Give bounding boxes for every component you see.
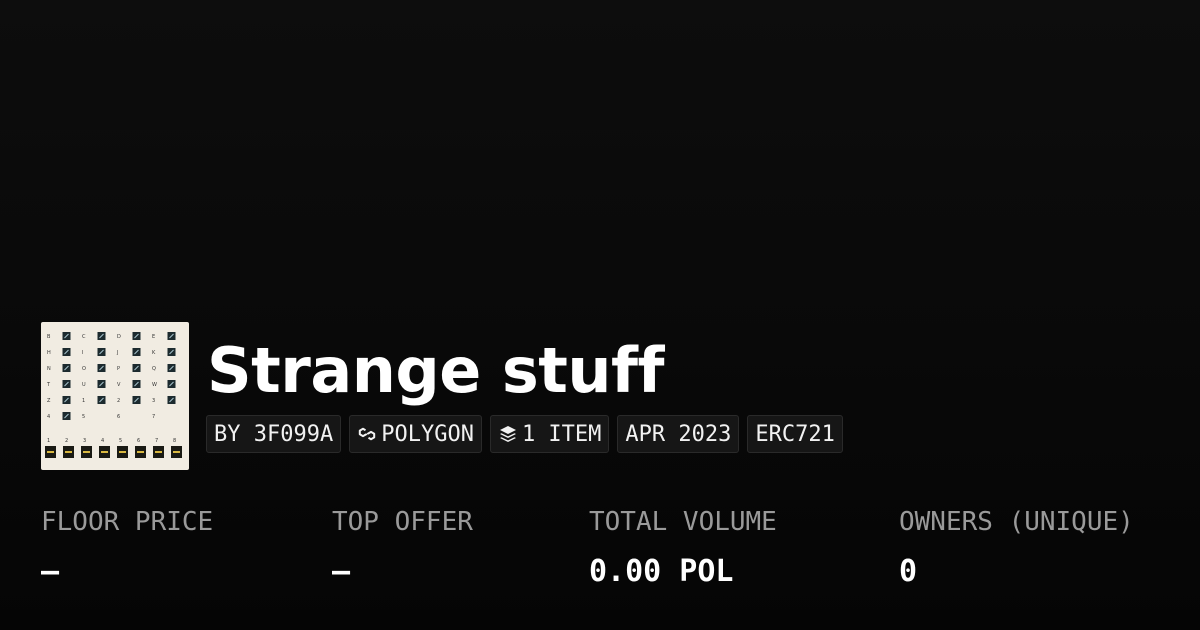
glyph-letter: 5: [82, 414, 85, 420]
date-label: APR 2023: [625, 421, 732, 447]
total-volume-value: 0.00 POL: [589, 554, 734, 589]
glyph-bar: [101, 451, 108, 453]
top-offer-value: –: [332, 554, 351, 589]
owners-label: OWNERS (UNIQUE): [899, 507, 1134, 537]
collection-thumbnail[interactable]: B C D E H I J K N O P Q T U V W Z 1 2 3 4 5 6 7 1 2 3 4 5 6 7 8: [41, 322, 189, 470]
glyph-letter: Z: [47, 398, 51, 404]
glyph-number: 8: [173, 438, 176, 444]
top-offer-label: TOP OFFER: [332, 507, 473, 537]
layers-stack-icon: [498, 424, 518, 444]
creator-chip[interactable]: BY 3F099A: [206, 415, 342, 453]
chain-label: POLYGON: [381, 421, 474, 447]
glyph-bar: [137, 451, 144, 453]
glyph-number: 5: [119, 438, 122, 444]
creator-label: BY 3F099A: [214, 421, 334, 447]
glyph-letter: 7: [152, 414, 155, 420]
glyph-number: 6: [137, 438, 140, 444]
glyph-letter: 6: [117, 414, 120, 420]
glyph-letter: U: [82, 382, 86, 388]
glyph-sheet-image: B C D E H I J K N O P Q T U V W Z 1 2 3 4 5 6 7 1 2 3 4 5 6 7 8: [45, 332, 182, 458]
glyph-letter: I: [82, 350, 83, 356]
glyph-letter: O: [82, 366, 86, 372]
glyph-number: 1: [47, 438, 50, 444]
glyph-letter: 2: [117, 398, 120, 404]
glyph-letter: N: [47, 366, 51, 372]
glyph-bar: [155, 451, 162, 453]
glyph-bar: [65, 451, 72, 453]
floor-price-label: FLOOR PRICE: [41, 507, 214, 537]
glyph-number: 4: [101, 438, 104, 444]
glyph-letter: T: [46, 382, 51, 388]
glyph-letter: V: [117, 382, 121, 388]
glyph-bar: [173, 451, 180, 453]
glyph-number: 3: [83, 438, 86, 444]
glyph-letter: B: [47, 334, 51, 340]
glyph-letter: 1: [82, 398, 85, 404]
glyph-letter: C: [82, 334, 86, 340]
collection-title: Strange stuff: [207, 334, 665, 407]
polygon-link-icon: [357, 424, 377, 444]
date-chip: APR 2023: [617, 415, 740, 453]
glyph-letter: 4: [47, 414, 50, 420]
glyph-letter: H: [47, 350, 51, 356]
glyph-letter: P: [117, 366, 120, 372]
items-label: 1 ITEM: [521, 421, 602, 447]
glyph-number: 2: [65, 438, 68, 444]
glyph-letter: D: [117, 334, 121, 340]
glyph-bar: [83, 451, 90, 453]
glyph-letter: 3: [152, 398, 155, 404]
glyph-bar: [47, 451, 54, 453]
glyph-letter: E: [152, 334, 155, 340]
standard-label: ERC721: [755, 421, 835, 447]
glyph-letter: Q: [152, 366, 156, 372]
floor-price-value: –: [41, 554, 60, 589]
glyph-letter: K: [152, 350, 156, 356]
glyph-number: 7: [155, 438, 158, 444]
owners-value: 0: [899, 554, 918, 589]
glyph-letter: W: [152, 382, 157, 388]
glyph-bar: [119, 451, 126, 453]
total-volume-label: TOTAL VOLUME: [589, 507, 777, 537]
standard-chip: ERC721: [747, 415, 843, 453]
collection-meta-chips: BY 3F099A POLYGON 1 ITEM APR 2023 ERC721: [206, 415, 843, 453]
chain-chip[interactable]: POLYGON: [349, 415, 482, 453]
collection-card: B C D E H I J K N O P Q T U V W Z 1 2 3 4 5 6 7 1 2 3 4 5 6 7 8 Strange…: [0, 0, 1200, 630]
glyph-letter: J: [116, 350, 118, 356]
items-chip[interactable]: 1 ITEM: [489, 415, 610, 453]
